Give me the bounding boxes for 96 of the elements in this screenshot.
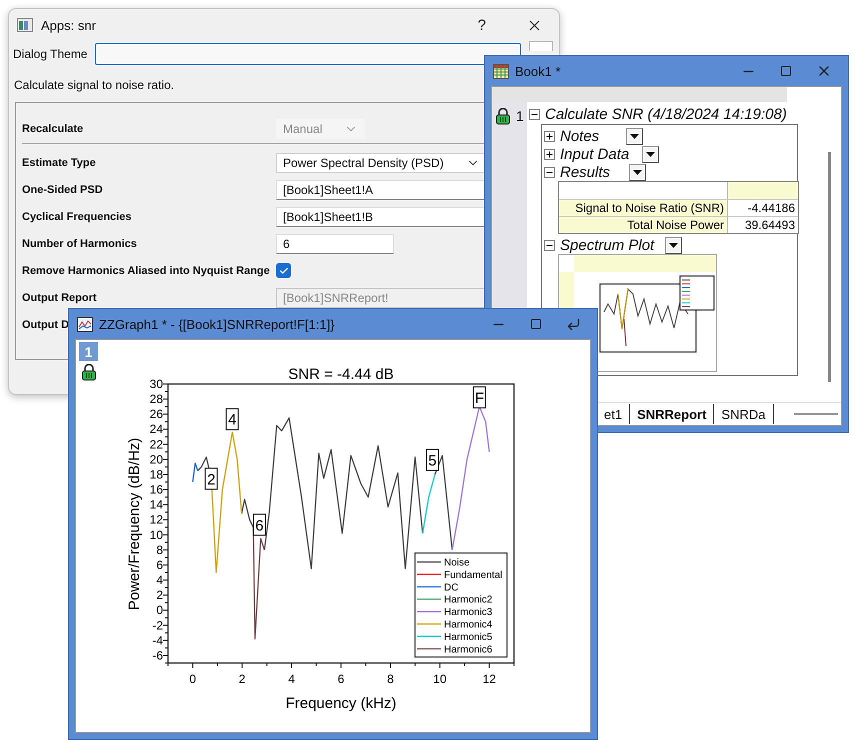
- legend-label: DC: [444, 582, 458, 594]
- annotation: 6: [255, 517, 264, 534]
- axis-tick-label: 8: [156, 542, 163, 557]
- axis-tick-label: 4: [288, 672, 295, 686]
- row-number: 1: [516, 108, 524, 124]
- collapse-icon[interactable]: [544, 240, 555, 250]
- table-cell: -4.44186: [728, 199, 798, 216]
- axis-tick-label: -4: [152, 633, 163, 648]
- axis-tick-label: 12: [482, 672, 496, 686]
- axis-title: Frequency (kHz): [286, 695, 396, 712]
- field-label: Estimate Type: [22, 156, 96, 168]
- expand-icon[interactable]: [544, 148, 555, 160]
- collapse-icon[interactable]: [529, 108, 540, 120]
- caret-icon: [630, 134, 640, 138]
- field-label: Remove Harmonics Aliased into Nyquist Range: [22, 264, 270, 276]
- axis-tick-label: -2: [152, 618, 163, 632]
- input-field[interactable]: [Book1]Sheet1!A: [276, 180, 486, 200]
- lock-icon: [495, 108, 511, 125]
- peak-label: 4: [226, 408, 239, 430]
- peak-label: F: [472, 386, 486, 408]
- legend-label: Harmonic5: [444, 632, 492, 643]
- caret-icon: [669, 242, 678, 248]
- axis-tick-label: 4: [156, 573, 163, 588]
- dropdown-button[interactable]: [665, 236, 682, 254]
- help-button[interactable]: ?: [474, 16, 490, 34]
- field-label: Number of Harmonics: [22, 238, 137, 250]
- check-icon: [278, 266, 288, 276]
- legend-label: Harmonic4: [444, 620, 492, 630]
- caret-icon: [646, 152, 656, 156]
- axis-tick-label: 16: [150, 482, 163, 497]
- field-label: Recalculate: [22, 123, 84, 135]
- chart-title: SNR = -4.44 dB: [288, 366, 394, 383]
- input-field[interactable]: [95, 43, 522, 65]
- axis-tick-label: 18: [150, 467, 163, 482]
- axis-tick-label: 2: [238, 672, 246, 686]
- axis-tick-label: 6: [338, 672, 344, 686]
- axis-tick-label: 0: [189, 672, 196, 686]
- app-icon: [17, 18, 33, 32]
- axis-tick-label: 28: [150, 392, 163, 406]
- legend-label: Noise: [444, 558, 470, 568]
- legend-label: Harmonic2: [444, 594, 492, 606]
- window-title: ZZGraph1 * - {[Book1]SNRReport!F[1:1]}: [99, 316, 335, 332]
- dropdown-button[interactable]: [626, 128, 644, 144]
- section-label: Notes: [560, 128, 600, 144]
- legend-label: Harmonic6: [444, 644, 492, 656]
- axis-tick-label: 6: [156, 558, 163, 572]
- report-title: Calculate SNR (4/18/2024 14:19:08): [545, 106, 787, 122]
- table-cell: Signal to Noise Ratio (SNR): [559, 199, 728, 216]
- axis-tick-label: 10: [433, 672, 447, 686]
- peak-label: 5: [426, 448, 439, 471]
- dropdown-button[interactable]: [629, 164, 646, 180]
- caret-icon: [633, 170, 642, 174]
- checkbox[interactable]: [276, 263, 291, 278]
- legend-label: Fundamental: [444, 570, 502, 581]
- lock-icon: [81, 364, 97, 381]
- axis-tick-label: 22: [150, 437, 163, 452]
- dropdown-button[interactable]: [642, 146, 660, 162]
- description-text: Calculate signal to noise ratio.: [13, 77, 176, 94]
- expand-icon[interactable]: [544, 130, 555, 142]
- graph-icon: [77, 316, 93, 332]
- input-field[interactable]: [Book1]Sheet1!B: [276, 206, 486, 226]
- input-field[interactable]: 6: [276, 234, 394, 254]
- field-label: Dialog Theme: [13, 47, 88, 61]
- annotation: 2: [207, 471, 216, 488]
- axis-tick-label: 12: [150, 512, 163, 527]
- section-label: Input Data: [560, 146, 630, 162]
- axis-tick-label: 10: [150, 528, 163, 542]
- section-label: Results: [560, 164, 610, 180]
- table-cell: [728, 182, 798, 199]
- peak-label: 6: [252, 514, 266, 536]
- axis-tick-label: 2: [156, 588, 163, 602]
- legend-label: Harmonic3: [444, 607, 492, 618]
- axis-tick-label: -6: [152, 648, 163, 662]
- annotation: 5: [428, 452, 437, 470]
- annotation: F: [474, 390, 484, 407]
- window-title: Book1 *: [515, 64, 561, 78]
- spreadsheet-icon: [493, 64, 509, 78]
- section-label: Spectrum Plot: [560, 236, 654, 254]
- axis-tick-label: 14: [150, 498, 163, 512]
- axis-tick-label: 30: [150, 377, 163, 391]
- collapse-icon[interactable]: [544, 166, 555, 178]
- dropdown[interactable]: Power Spectral Density (PSD): [276, 152, 487, 172]
- window-title: Apps: snr: [41, 18, 96, 32]
- field-label: Output Report: [22, 292, 97, 304]
- axis-tick-label: 24: [150, 422, 163, 436]
- axis-tick-label: 20: [150, 452, 163, 466]
- table-cell: 39.64493: [728, 216, 798, 233]
- field-label: Cyclical Frequencies: [22, 210, 132, 222]
- axis-tick-label: 26: [150, 407, 163, 422]
- annotation: 4: [228, 412, 236, 429]
- table-cell: Total Noise Power: [559, 216, 728, 233]
- axis-title: Power/Frequency (dB/Hz): [126, 438, 143, 610]
- peak-label: 2: [204, 468, 218, 490]
- axis-tick-label: 0: [156, 603, 163, 618]
- axis-tick-label: 8: [387, 672, 394, 686]
- field-label: One-Sided PSD: [22, 184, 103, 196]
